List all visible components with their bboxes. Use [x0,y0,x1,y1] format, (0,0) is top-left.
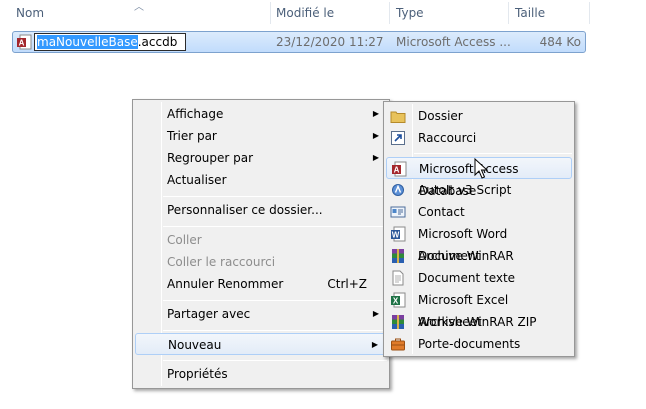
menu-item-refresh[interactable]: Actualiser [135,169,387,191]
submenu-item-excel-worksheet[interactable]: X Microsoft Excel Worksheet [386,289,572,329]
menu-item-sort-by[interactable]: Trier par ▶ [135,125,387,147]
access-file-icon: A [392,161,407,177]
svg-text:X: X [393,297,399,306]
menu-separator [163,300,387,301]
menu-item-label: Contact [418,205,465,219]
rename-input[interactable]: maNouvelleBase.accdb [34,33,186,51]
mouse-cursor-icon [474,158,488,179]
menu-separator [414,153,572,154]
menu-item-properties[interactable]: Propriétés [135,363,387,385]
submenu-item-autoit-script[interactable]: AutoIt v3 Script [386,179,572,201]
menu-item-group-by[interactable]: Regrouper par ▶ [135,147,387,169]
submenu-arrow-icon: ▶ [372,309,379,318]
file-modified: 23/12/2020 11:27 [276,35,384,49]
column-type[interactable]: Type [390,0,508,26]
submenu-arrow-icon: ▶ [372,153,379,162]
submenu-item-folder[interactable]: Dossier [386,105,572,127]
menu-item-label: Actualiser [167,173,227,187]
svg-text:A: A [19,39,25,48]
rename-extension: .accdb [137,35,178,49]
menu-item-label: Dossier [418,109,463,123]
menu-item-label: AutoIt v3 Script [418,183,512,197]
submenu-item-contact[interactable]: Contact [386,201,572,223]
new-submenu: Dossier Raccourci A Microsoft Access Dat… [383,101,575,357]
menu-item-label: Affichage [167,107,224,121]
winrar-zip-icon [392,315,404,329]
context-menu: Affichage ▶ Trier par ▶ Regrouper par ▶ … [132,99,390,389]
menu-separator [163,226,387,227]
menu-item-label: Coller le raccourci [167,255,276,269]
column-header: Nom ︿ Modifié le Type Taille [0,0,646,26]
menu-item-label: Regrouper par [167,151,254,165]
column-size[interactable]: Taille [509,0,589,26]
menu-item-label: Annuler Renommer [167,277,284,291]
menu-item-label: Coller [167,233,202,247]
folder-icon [390,111,406,123]
menu-item-paste-shortcut: Coller le raccourci [135,251,387,273]
menu-item-label: Archive WinRAR ZIP [418,315,537,329]
menu-item-label: Raccourci [418,131,477,145]
menu-item-label: Partager avec [167,307,251,321]
submenu-arrow-icon: ▶ [372,109,379,118]
access-file-icon: A [17,34,32,50]
submenu-arrow-icon: ▶ [371,340,378,349]
menu-item-undo-rename[interactable]: Annuler Renommer Ctrl+Z [135,273,387,295]
submenu-item-winrar-archive[interactable]: Archive WinRAR [386,245,572,267]
column-divider[interactable] [589,2,590,24]
shortcut-icon [391,131,405,145]
menu-separator [163,330,387,331]
svg-text:W: W [392,231,400,240]
menu-item-paste: Coller [135,229,387,251]
menu-item-label: Propriétés [167,367,228,381]
menu-item-view[interactable]: Affichage ▶ [135,103,387,125]
menu-item-customize-folder[interactable]: Personnaliser ce dossier... [135,199,387,221]
rename-selected-text: maNouvelleBase [37,35,138,49]
menu-item-label: Nouveau [168,338,222,352]
svg-text:A: A [394,166,400,175]
contact-card-icon [390,206,406,218]
menu-item-label: Porte-documents [418,337,521,351]
text-file-icon [392,270,404,286]
menu-item-label: Trier par [167,129,217,143]
menu-item-label: Personnaliser ce dossier... [167,203,323,217]
word-file-icon: W [391,226,406,242]
winrar-archive-icon [392,249,404,263]
file-type: Microsoft Access ... [396,35,511,49]
menu-item-new[interactable]: Nouveau ▶ [135,333,387,355]
submenu-item-text-document[interactable]: Document texte [386,267,572,289]
autoit-icon [392,184,404,196]
menu-separator [163,360,387,361]
sort-chevron-icon: ︿ [134,2,144,13]
menu-item-shortcut: Ctrl+Z [327,277,367,291]
submenu-item-winrar-zip[interactable]: Archive WinRAR ZIP [386,311,572,333]
submenu-item-word-document[interactable]: W Microsoft Word Document [386,223,572,263]
menu-item-label: Document texte [418,271,516,285]
menu-separator [163,196,387,197]
menu-item-share-with[interactable]: Partager avec ▶ [135,303,387,325]
column-modified[interactable]: Modifié le [270,0,390,26]
submenu-arrow-icon: ▶ [372,131,379,140]
submenu-item-briefcase[interactable]: Porte-documents [386,333,572,355]
briefcase-icon [391,338,405,351]
file-row[interactable]: A maNouvelleBase.accdb 23/12/2020 11:27 … [12,31,586,53]
file-size: 484 Ko [539,35,581,49]
menu-item-label: Archive WinRAR [418,249,514,263]
excel-file-icon: X [391,292,406,308]
submenu-item-shortcut[interactable]: Raccourci [386,127,572,149]
